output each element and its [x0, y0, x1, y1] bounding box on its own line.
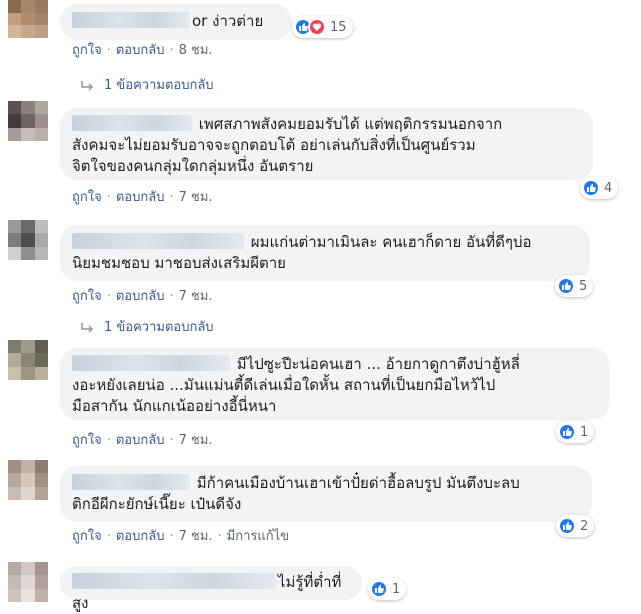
commenter-name[interactable]	[72, 233, 244, 249]
reaction-count: 4	[604, 180, 613, 196]
reaction-count: 5	[579, 278, 588, 294]
like-link[interactable]: ถูกใจ	[72, 190, 102, 205]
reaction-summary[interactable]: 2	[556, 515, 595, 537]
avatar[interactable]	[8, 460, 48, 500]
like-reaction-icon	[370, 580, 388, 598]
commenter-name[interactable]	[72, 115, 192, 131]
comment-text-line: เพศสภาพสังคมยอมรับได้ แต่พฤติกรรมนอกจาก	[198, 115, 503, 133]
like-link[interactable]: ถูกใจ	[72, 529, 102, 544]
reply-arrow-icon	[81, 81, 94, 91]
reaction-summary[interactable]: 15	[292, 16, 353, 38]
view-replies-link[interactable]: 1 ข้อความตอบกลับ	[80, 320, 214, 336]
timestamp[interactable]: 7 ชม.	[179, 529, 213, 544]
commenter-name[interactable]	[72, 12, 190, 28]
comment-text-line: สังคมจะไม่ยอมรับอาจจะถูกตอบโต้ อย่าเล่นก…	[72, 136, 476, 154]
avatar[interactable]	[8, 340, 48, 380]
reply-link[interactable]: ตอบกลับ	[116, 190, 165, 205]
reaction-summary[interactable]: 1	[368, 578, 407, 600]
comment-bubble: มีก้าคนเมืองบ้านเฮาเข้าปั๋ยด่าฮื้อลบรูป …	[60, 466, 592, 522]
like-link[interactable]: ถูกใจ	[72, 433, 102, 448]
comment-text-line: จิตใจของคนกลุ่มใดกลุ่มหนึ่ง อันตราย	[72, 157, 314, 175]
comment-text-line: งอะหยังเลยน่อ ...มันแม่นตี้ดีเล่นเมื่อใด…	[72, 376, 496, 394]
comment-actions: ถูกใจ · ตอบกลับ · 7 ชม.	[72, 190, 213, 205]
timestamp[interactable]: 7 ชม.	[179, 190, 213, 205]
reaction-count: 1	[580, 424, 589, 440]
like-link[interactable]: ถูกใจ	[72, 43, 102, 58]
commenter-name[interactable]	[72, 474, 190, 490]
reply-arrow-icon	[81, 323, 94, 333]
like-reaction-icon	[558, 517, 576, 535]
avatar[interactable]	[8, 0, 48, 38]
comment-bubble: เพศสภาพสังคมยอมรับได้ แต่พฤติกรรมนอกจาก …	[60, 108, 593, 180]
comment-bubble: ไม่รู้ที่ต่ำที่สูง	[60, 566, 362, 612]
comment-text-line: มือสากัน นักแกเน้ออย่างอี้นี่หนา	[72, 397, 277, 415]
comment-text-line: มีก้าคนเมืองบ้านเฮาเข้าปั๋ยด่าฮื้อลบรูป …	[196, 474, 520, 492]
timestamp[interactable]: 8 ชม.	[179, 43, 213, 58]
reaction-count: 2	[580, 518, 589, 534]
reaction-count: 15	[330, 19, 347, 35]
like-reaction-icon	[558, 423, 576, 441]
reply-link[interactable]: ตอบกลับ	[116, 289, 165, 304]
edited-label[interactable]: มีการแก้ไข	[227, 529, 289, 544]
comment-actions: ถูกใจ · ตอบกลับ · 8 ชม.	[72, 43, 213, 58]
reply-link[interactable]: ตอบกลับ	[116, 43, 165, 58]
commenter-name-tail[interactable]: or	[192, 12, 207, 30]
comment-actions: ถูกใจ · ตอบกลับ · 7 ชม.	[72, 289, 213, 304]
comment-actions: ถูกใจ · ตอบกลับ · 7 ชม. · มีการแก้ไข	[72, 529, 290, 544]
comment-actions: ถูกใจ · ตอบกลับ · 7 ชม.	[72, 433, 213, 448]
reaction-summary[interactable]: 1	[556, 421, 595, 443]
love-reaction-icon	[308, 18, 326, 36]
replies-count[interactable]: 1 ข้อความตอบกลับ	[104, 320, 214, 336]
comment-text-line: ผมแก่นต่ามาเมินละ คนเฮาก็ดาย อันที่ดีๆบ่…	[250, 233, 532, 251]
avatar[interactable]	[8, 562, 48, 602]
avatar[interactable]	[8, 101, 48, 141]
comment-text-line: ติกอีผีกะยักษ์เนี๊ยะ เป๋นดีจัง	[72, 495, 242, 513]
comment-bubble: มีไปซูะปีะน่อคนเฮา ... อ้ายกาดูกาตึงบ่าฮ…	[60, 348, 610, 420]
reaction-summary[interactable]: 4	[580, 177, 619, 199]
comment-text-line: มีไปซูะปีะน่อคนเฮา ... อ้ายกาดูกาตึงบ่าฮ…	[236, 355, 520, 373]
comment-text-line: นิยมชมชอบ มาชอบส่งเสริมผีตาย	[72, 254, 286, 272]
avatar[interactable]	[8, 220, 48, 260]
reply-link[interactable]: ตอบกลับ	[116, 433, 165, 448]
reaction-count: 1	[392, 581, 401, 597]
commenter-name[interactable]	[72, 573, 276, 589]
comment-bubble: ผมแก่นต่ามาเมินละ คนเฮาก็ดาย อันที่ดีๆบ่…	[60, 225, 590, 281]
replies-count[interactable]: 1 ข้อความตอบกลับ	[104, 78, 214, 94]
comment-bubble: or ง่าวต่าย	[60, 4, 292, 40]
view-replies-link[interactable]: 1 ข้อความตอบกลับ	[80, 78, 214, 94]
comment-text: ง่าวต่าย	[212, 12, 264, 30]
timestamp[interactable]: 7 ชม.	[179, 289, 213, 304]
like-link[interactable]: ถูกใจ	[72, 289, 102, 304]
like-reaction-icon	[582, 179, 600, 197]
commenter-name[interactable]	[72, 355, 230, 371]
reply-link[interactable]: ตอบกลับ	[116, 529, 165, 544]
reaction-summary[interactable]: 5	[555, 275, 594, 297]
like-reaction-icon	[557, 277, 575, 295]
timestamp[interactable]: 7 ชม.	[179, 433, 213, 448]
